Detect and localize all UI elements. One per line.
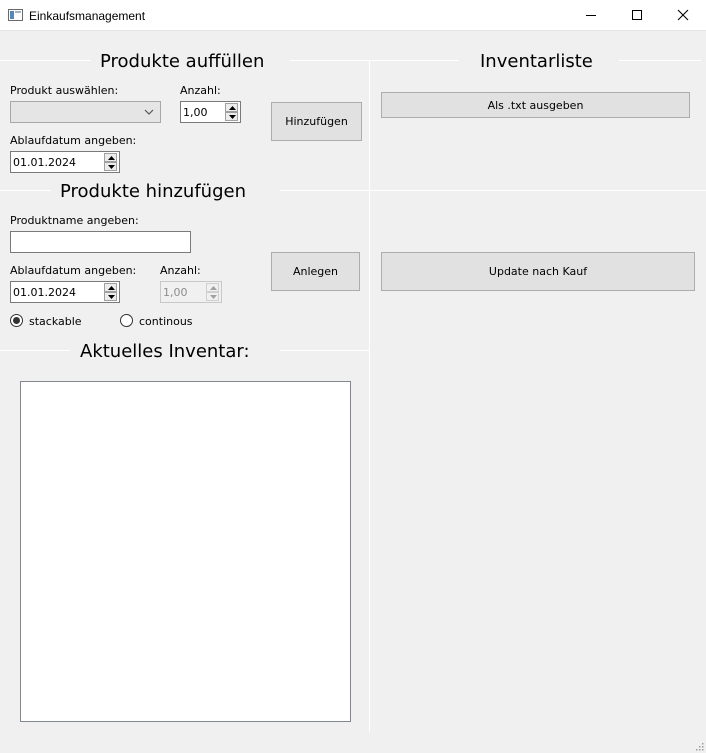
spin-up-icon <box>229 106 236 110</box>
inventory-section-title: Aktuelles Inventar: <box>80 341 250 362</box>
separator <box>280 190 706 191</box>
resize-grip-icon[interactable] <box>694 741 704 751</box>
refill-date-edit[interactable]: 01.01.2024 <box>10 151 120 173</box>
separator <box>0 60 91 61</box>
add-button[interactable]: Hinzufügen <box>271 102 362 141</box>
create-button[interactable]: Anlegen <box>271 252 360 291</box>
continuous-radio[interactable] <box>120 314 133 327</box>
spin-down-button <box>206 292 219 301</box>
inventory-list-title: Inventarliste <box>480 51 593 72</box>
spin-down-button[interactable] <box>104 162 117 171</box>
spin-up-button[interactable] <box>104 153 117 162</box>
create-amount-label: Anzahl: <box>160 264 201 277</box>
inventory-list[interactable] <box>20 381 351 722</box>
spin-up-button <box>206 283 219 292</box>
refill-section-title: Produkte auffüllen <box>100 51 265 72</box>
create-section-title: Produkte hinzufügen <box>60 181 246 202</box>
spin-down-icon <box>229 115 236 119</box>
separator <box>280 350 369 351</box>
maximize-icon <box>632 10 642 20</box>
maximize-button[interactable] <box>614 0 660 31</box>
create-date-edit[interactable]: 01.01.2024 <box>10 281 120 303</box>
refill-amount-label: Anzahl: <box>180 84 221 97</box>
export-txt-button[interactable]: Als .txt ausgeben <box>381 92 690 118</box>
minimize-button[interactable] <box>568 0 614 31</box>
separator <box>290 60 459 61</box>
spin-down-button[interactable] <box>104 292 117 301</box>
create-amount-value: 1,00 <box>163 286 188 299</box>
chevron-down-icon <box>144 109 154 115</box>
separator <box>0 190 51 191</box>
spin-down-icon <box>108 165 115 169</box>
title-bar: Einkaufsmanagement <box>0 0 706 31</box>
refill-amount-spinbox[interactable]: 1,00 <box>180 101 241 123</box>
spin-down-button[interactable] <box>225 112 238 121</box>
refill-date-value: 01.01.2024 <box>13 156 76 169</box>
separator <box>619 60 701 61</box>
product-select[interactable] <box>10 101 161 123</box>
spin-down-icon <box>210 295 217 299</box>
window-title: Einkaufsmanagement <box>29 9 146 23</box>
stackable-radio[interactable] <box>10 314 23 327</box>
update-after-purchase-button[interactable]: Update nach Kauf <box>381 252 695 291</box>
product-name-input[interactable] <box>10 231 191 253</box>
refill-date-label: Ablaufdatum angeben: <box>10 134 137 147</box>
create-date-label: Ablaufdatum angeben: <box>10 264 137 277</box>
column-divider <box>369 60 370 732</box>
spin-up-button[interactable] <box>225 103 238 112</box>
create-date-value: 01.01.2024 <box>13 286 76 299</box>
spin-up-icon <box>210 286 217 290</box>
stackable-radio-label[interactable]: stackable <box>29 315 82 328</box>
spin-up-button[interactable] <box>104 283 117 292</box>
minimize-icon <box>586 15 596 16</box>
spin-down-icon <box>108 295 115 299</box>
spin-up-icon <box>108 286 115 290</box>
continuous-radio-label[interactable]: continous <box>139 315 193 328</box>
create-amount-spinbox: 1,00 <box>160 281 222 303</box>
app-window-icon <box>8 9 23 21</box>
spin-up-icon <box>108 156 115 160</box>
product-select-label: Produkt auswählen: <box>10 84 119 97</box>
close-button[interactable] <box>660 0 706 31</box>
separator <box>0 350 70 351</box>
close-icon <box>677 9 689 21</box>
refill-amount-value: 1,00 <box>183 106 208 119</box>
product-name-label: Produktname angeben: <box>10 214 139 227</box>
